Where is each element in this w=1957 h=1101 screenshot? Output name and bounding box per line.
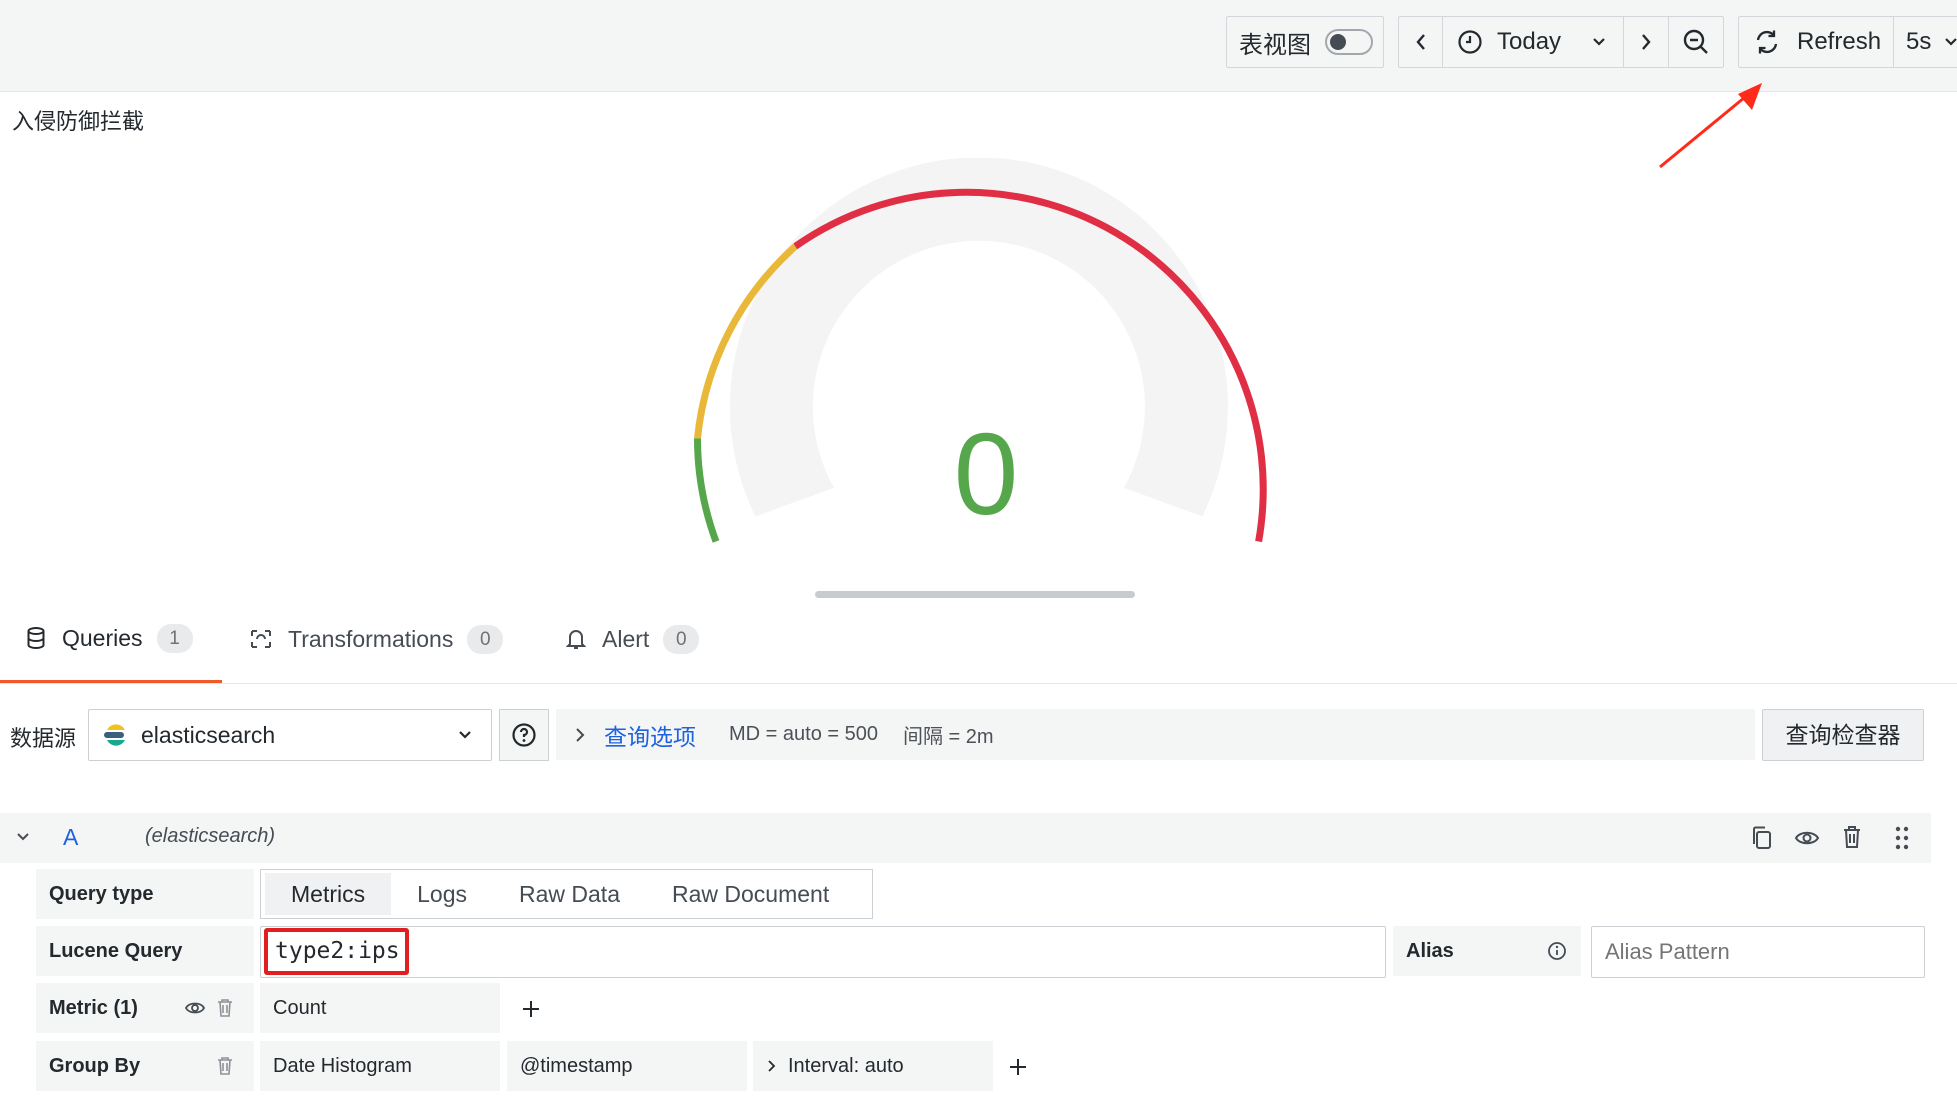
refresh-label: Refresh [1797,28,1882,55]
query-inspector-button[interactable]: 查询检查器 [1762,709,1924,761]
group-by-field[interactable]: @timestamp [507,1041,747,1091]
refresh-icon [1756,30,1778,54]
chevron-left-icon [1415,34,1425,50]
editor-tabs: Queries 1 Transformations 0 Alert 0 [0,596,1957,684]
info-icon[interactable] [1547,941,1567,961]
chevron-right-icon [1642,34,1651,50]
time-forward-button[interactable] [1624,17,1668,67]
gauge-value: 0 [953,409,1019,539]
add-group-by-icon[interactable] [1007,1056,1029,1078]
metric-label-cell: Metric (1) [36,983,254,1033]
group-by-label: Group By [49,1054,141,1077]
tab-queries-label: Queries [62,624,143,651]
query-row-header: A (elasticsearch) [0,813,1931,863]
annotation-arrow [1659,83,1762,169]
chevron-down-icon [459,731,471,739]
query-datasource-name: (elasticsearch) [145,825,276,847]
alias-input[interactable] [1591,926,1925,978]
datasource-picker[interactable]: elasticsearch [88,709,492,761]
time-picker-group: Today [1398,16,1724,68]
lucene-query-label: Lucene Query [36,926,254,976]
database-icon [27,627,45,649]
query-type-logs[interactable]: Logs [391,873,493,915]
time-range-picker[interactable]: Today [1443,17,1623,67]
query-type-raw-document[interactable]: Raw Document [646,873,855,915]
chevron-right-icon [768,1060,776,1072]
query-type-metrics[interactable]: Metrics [265,873,392,915]
datasource-help-button[interactable] [499,709,549,761]
add-metric-icon[interactable] [520,998,542,1020]
group-by-interval-label: Interval: auto [788,1054,904,1077]
chevron-right-icon [576,727,585,742]
refresh-button[interactable]: Refresh [1739,17,1893,67]
refresh-interval-picker[interactable]: 5s [1894,17,1957,67]
drag-handle-icon[interactable] [1894,825,1910,851]
query-type-raw-data[interactable]: Raw Data [493,873,646,915]
query-options-link[interactable]: 查询选项 [604,718,696,752]
metric-label: Metric (1) [49,996,138,1019]
group-by-type[interactable]: Date Histogram [260,1041,500,1091]
trash-icon[interactable] [1841,824,1863,850]
clock-icon [1458,30,1482,54]
chevron-down-icon [1945,38,1957,46]
tab-transformations-count: 0 [467,624,504,654]
metric-aggregation[interactable]: Count [260,983,500,1033]
query-type-selector: Metrics Logs Raw Data Raw Document [260,869,873,919]
time-back-button[interactable] [1399,17,1442,67]
tab-alert-label: Alert [602,625,650,652]
query-options-bar[interactable]: 查询选项 MD = auto = 500 间隔 = 2m [556,709,1755,760]
duplicate-query-icon[interactable] [1750,825,1774,851]
tab-queries[interactable]: Queries 1 [0,596,222,683]
table-view-label: 表视图 [1239,31,1311,59]
tab-transformations-label: Transformations [288,625,454,652]
chevron-down-icon [1593,38,1605,46]
query-type-label: Query type [36,869,254,919]
datasource-label: 数据源 [10,726,77,751]
collapse-chevron-icon[interactable] [15,831,31,843]
gauge-band-green [694,438,720,543]
tab-alert-count: 0 [663,624,700,654]
bell-icon [566,630,586,649]
tab-queries-count: 1 [156,623,193,653]
transform-icon [251,630,271,648]
alias-label-cell: Alias [1393,926,1581,976]
panel-title: 入侵防御拦截 [12,109,145,134]
zoom-out-button[interactable] [1669,17,1723,67]
toggle-switch[interactable] [1325,29,1373,55]
interval-info: 间隔 = 2m [902,726,994,748]
lucene-query-input[interactable]: type2:ips [260,926,1386,978]
eye-icon[interactable] [1794,827,1820,849]
refresh-interval-label: 5s [1906,28,1932,55]
tab-transformations[interactable]: Transformations 0 [248,596,528,682]
datasource-selected: elasticsearch [141,721,276,748]
zoom-out-icon [1683,29,1708,54]
question-circle-icon [512,723,536,747]
table-view-toggle[interactable]: 表视图 [1226,16,1384,68]
lucene-query-value: type2:ips [275,938,400,964]
trash-icon[interactable] [216,1056,234,1076]
refresh-group: Refresh 5s [1738,16,1957,68]
time-range-label: Today [1497,28,1562,55]
elasticsearch-icon [104,724,125,746]
eye-icon[interactable] [184,999,206,1017]
query-ref-id[interactable]: A [63,824,78,851]
alias-label: Alias [1406,939,1454,962]
tab-alert[interactable]: Alert 0 [566,596,736,682]
max-data-points-info: MD = auto = 500 [729,723,878,745]
group-by-label-cell: Group By [36,1041,254,1091]
group-by-interval[interactable]: Interval: auto [753,1041,993,1091]
trash-icon[interactable] [216,998,234,1018]
